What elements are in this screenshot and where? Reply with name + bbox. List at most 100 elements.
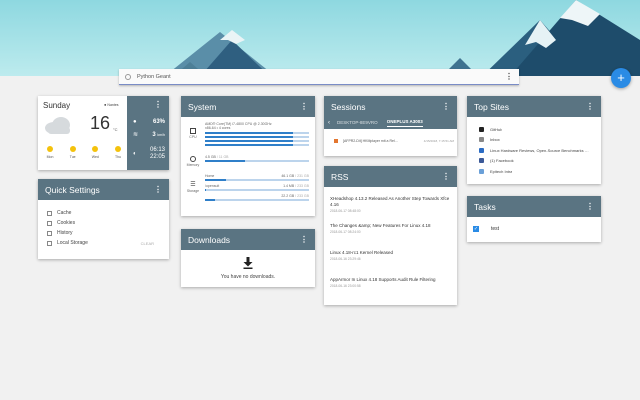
checkbox[interactable] — [47, 220, 52, 226]
weather-temp: 16 — [90, 113, 111, 133]
cpu-core-bar — [205, 136, 309, 138]
sun-cycle-icon: ◐ — [133, 150, 137, 157]
downloads-empty-text: You have no downloads. — [220, 274, 276, 280]
search-menu-icon[interactable]: ⋮ — [505, 72, 513, 81]
memory-details: 4.5 GB / 11 GB — [205, 155, 309, 162]
storage-row: 22.2 GB / 233 GB — [205, 194, 309, 201]
task-item[interactable]: ✓ test — [473, 226, 499, 232]
system-card: System ⋮ CPU AMD® Core(TM) i7-4800 CPU @… — [181, 96, 315, 216]
location-pin-icon: ● — [104, 102, 107, 107]
sunset-time: 22:05 — [149, 153, 165, 160]
sessions-menu-icon[interactable]: ⋮ — [442, 102, 450, 111]
downloads-menu-icon[interactable]: ⋮ — [300, 235, 308, 244]
top-sites-card: Top Sites ⋮ GitHub Inbox Linux Hardware Re… — [467, 96, 601, 184]
top-site-link[interactable]: Inbox — [479, 135, 601, 146]
rss-card: RSS ⋮ XHeadshop 4.13.2 Released As Anoth… — [324, 166, 457, 305]
session-item[interactable]: [AFPR2-Dit] HKMplayer mit a Rel… 4/15/20… — [334, 139, 454, 143]
card-title: RSS — [331, 171, 349, 182]
tab-session[interactable]: DESKTOP-8E9VRO — [337, 120, 378, 125]
search-icon — [125, 73, 131, 80]
github-icon — [479, 126, 484, 132]
search-bar[interactable]: Python Geant ⋮ — [119, 69, 519, 85]
card-title: Tasks — [474, 201, 496, 212]
chevron-left-icon[interactable]: ‹ — [328, 120, 330, 126]
weather-menu-icon[interactable]: ⋮ — [154, 101, 162, 109]
cpu-section-label: CPU — [186, 128, 200, 139]
tasks-header: Tasks ⋮ — [467, 196, 601, 217]
forecast-day: Wed — [88, 146, 102, 159]
tab-session[interactable]: ONEPLUS A3003 — [386, 119, 423, 127]
storage-row: /opensuit 1.4 MB / 233 GB — [205, 184, 309, 191]
clear-button[interactable]: CLEAR — [141, 241, 154, 246]
quick-settings-card: Quick Settings ⋮ Cache Cookies History L… — [38, 179, 169, 259]
rss-header: RSS ⋮ — [324, 166, 457, 187]
weather-card: Sunday ● Nantes 16 °C Mon Tue Wed Thu ⋮ … — [38, 96, 169, 170]
storage-bar — [205, 189, 309, 191]
sunrise-time: 06:13 — [149, 147, 165, 153]
card-title: Quick Settings — [45, 184, 100, 195]
epitech-icon — [479, 168, 484, 174]
storage-row: Home 46.1 GB / 231 GB — [205, 174, 309, 181]
add-widget-button[interactable]: + — [611, 68, 631, 88]
system-header: System ⋮ — [181, 96, 315, 117]
wind-value: 3 km/h — [152, 131, 165, 138]
top-site-link[interactable]: GitHub — [479, 124, 601, 135]
system-menu-icon[interactable]: ⋮ — [300, 102, 308, 111]
forecast-day: Mon — [43, 146, 57, 159]
memory-section-label: Memory — [186, 156, 200, 167]
search-input[interactable]: Python Geant — [137, 74, 505, 80]
checkbox[interactable] — [47, 210, 52, 216]
sessions-header: Sessions ⋮ — [324, 96, 457, 117]
phoronix-icon — [479, 147, 484, 153]
sun-icon — [47, 146, 53, 152]
top-sites-menu-icon[interactable]: ⋮ — [586, 102, 594, 111]
rss-item[interactable]: The Changes &amp; New Features For Linux… — [330, 223, 451, 250]
storage-bar — [205, 179, 309, 181]
quick-settings-menu-icon[interactable]: ⋮ — [154, 185, 162, 194]
rss-item[interactable]: AppArmor In Linux 4.18 Supports Audit Ru… — [330, 277, 451, 304]
top-sites-header: Top Sites ⋮ — [467, 96, 601, 117]
quick-settings-item[interactable]: Cache — [47, 208, 160, 218]
forecast-day: Thu — [111, 146, 125, 159]
forecast-row: Mon Tue Wed Thu — [43, 146, 125, 159]
card-title: Sessions — [331, 101, 366, 112]
cloud-icon — [45, 117, 70, 134]
card-title: System — [188, 101, 217, 112]
humidity-icon: ● — [133, 119, 137, 125]
weather-side-panel: ⋮ ● 63% ≋ 3 km/h ◐ 06:13 22:05 — [127, 96, 169, 170]
tasks-menu-icon[interactable]: ⋮ — [586, 202, 594, 211]
weather-location: ● Nantes — [104, 102, 119, 107]
sessions-tab-bar: ‹ DESKTOP-8E9VRO ONEPLUS A3003 — [324, 116, 457, 129]
top-site-link[interactable]: (1) Facebook — [479, 156, 601, 167]
sessions-card: Sessions ⋮ ‹ DESKTOP-8E9VRO ONEPLUS A300… — [324, 96, 457, 156]
download-icon — [243, 257, 253, 269]
checkbox[interactable] — [47, 240, 52, 246]
quick-settings-item[interactable]: History — [47, 228, 160, 238]
rss-item[interactable]: Linux 4.18-rc1 Kernel Released 2018-06-1… — [330, 250, 451, 277]
rss-item[interactable]: XHeadshop 4.13.2 Released As Another Ste… — [330, 196, 451, 223]
rss-menu-icon[interactable]: ⋮ — [442, 172, 450, 181]
cpu-core-bar — [205, 140, 309, 142]
cpu-icon — [190, 128, 196, 134]
checkbox-checked-icon[interactable]: ✓ — [473, 226, 479, 232]
checkbox[interactable] — [47, 230, 52, 236]
cpu-core-bar — [205, 132, 309, 134]
inbox-icon — [479, 137, 484, 143]
top-site-link[interactable]: Linux Hardware Reviews, Open-Source Benc… — [479, 145, 601, 156]
tasks-card: Tasks ⋮ ✓ test — [467, 196, 601, 242]
card-title: Top Sites — [474, 101, 509, 112]
quick-settings-item[interactable]: Cookies — [47, 218, 160, 228]
facebook-icon — [479, 158, 484, 164]
top-site-link[interactable]: Epitech Intra — [479, 166, 601, 177]
downloads-card: Downloads ⋮ You have no downloads. — [181, 229, 315, 287]
storage-icon: ☰ — [190, 182, 196, 188]
sun-icon — [92, 146, 99, 152]
wind-icon: ≋ — [133, 132, 139, 138]
memory-bar — [205, 160, 309, 162]
humidity-value: 63% — [152, 119, 165, 125]
memory-icon — [190, 156, 196, 162]
quick-settings-item[interactable]: Local Storage CLEAR — [47, 238, 160, 248]
sun-icon — [114, 146, 121, 152]
cpu-core-bar — [205, 144, 309, 146]
downloads-header: Downloads ⋮ — [181, 229, 315, 250]
